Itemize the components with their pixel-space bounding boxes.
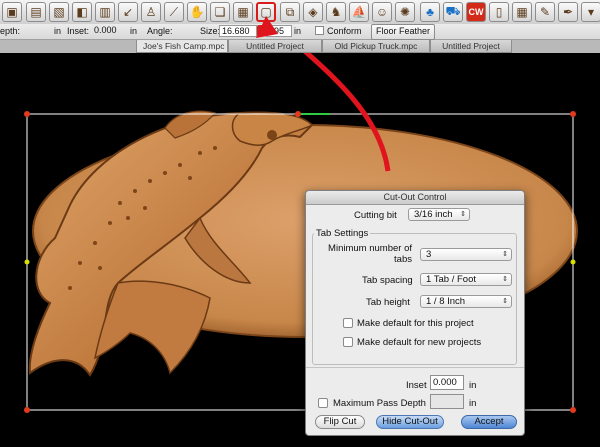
box-icon[interactable]: ▣ xyxy=(2,2,22,22)
floor-feather-button[interactable]: Floor Feather xyxy=(371,24,436,40)
stepper-icon: ⇕ xyxy=(460,211,466,218)
thin-line-icon[interactable]: ▥ xyxy=(95,2,115,22)
gem-icon[interactable]: ◈ xyxy=(303,2,323,22)
curve-icon[interactable]: ↙ xyxy=(118,2,138,22)
tab-settings-label: Tab Settings xyxy=(314,228,371,239)
tab-spacing-label: Tab spacing xyxy=(362,275,413,286)
boat-icon[interactable]: ⛵ xyxy=(349,2,369,22)
size-label: Size: xyxy=(200,26,221,36)
default-new-checkbox[interactable] xyxy=(343,337,353,347)
tool-icon[interactable]: ◧ xyxy=(72,2,92,22)
layers-icon[interactable]: ❏ xyxy=(210,2,230,22)
arrow-head xyxy=(256,16,278,38)
cart-icon[interactable]: ⛟ xyxy=(443,2,463,22)
min-tabs-popup[interactable]: 3 ⇕ xyxy=(420,248,512,261)
max-pass-label: Maximum Pass Depth xyxy=(333,398,426,409)
stepper-icon: ⇕ xyxy=(502,298,508,305)
sign-icon[interactable]: ✎ xyxy=(535,2,555,22)
knife-icon[interactable]: ⟋ xyxy=(164,2,184,22)
max-pass-unit: in xyxy=(469,398,477,409)
dialog-title: Cut-Out Control xyxy=(306,191,524,205)
min-tabs-label-line1: Minimum number of xyxy=(328,243,412,254)
horse-icon[interactable]: ♞ xyxy=(326,2,346,22)
max-pass-input[interactable] xyxy=(430,394,464,409)
document-tabs: Joe's Fish Camp.mpc Untitled Project Old… xyxy=(0,40,600,53)
min-tabs-value: 3 xyxy=(426,249,432,260)
cutout-control-dialog: Cut-Out Control Cutting bit 3/16 inch ⇕ T… xyxy=(305,190,525,436)
tab-spacing-value: 1 Tab / Foot xyxy=(426,274,476,285)
min-tabs-label-line2: tabs xyxy=(394,254,412,265)
min-tabs-label: Minimum number of tabs xyxy=(326,243,412,265)
face-icon[interactable]: ☺ xyxy=(372,2,392,22)
tab-joes-fish-camp[interactable]: Joe's Fish Camp.mpc xyxy=(136,40,228,53)
inset-label: Inset xyxy=(406,380,427,391)
divider xyxy=(306,367,524,368)
size-unit: in xyxy=(294,26,302,36)
globe-icon[interactable]: ✺ xyxy=(395,2,415,22)
pen-icon[interactable]: ✒ xyxy=(558,2,578,22)
tab-spacing-popup[interactable]: 1 Tab / Foot ⇕ xyxy=(420,273,512,286)
tab-height-label: Tab height xyxy=(366,297,410,308)
conform-label: Conform xyxy=(327,26,362,36)
tab-untitled-2[interactable]: Untitled Project xyxy=(430,40,512,53)
max-pass-checkbox[interactable] xyxy=(318,398,328,408)
tab-height-popup[interactable]: 1 / 8 Inch ⇕ xyxy=(420,295,512,308)
hide-cutout-button[interactable]: Hide Cut-Out xyxy=(376,415,444,429)
stepper-icon: ⇕ xyxy=(502,276,508,283)
default-project-label: Make default for this project xyxy=(357,318,474,329)
dropdown-icon[interactable]: ▾ xyxy=(581,2,600,22)
depth-unit: in xyxy=(54,26,62,36)
main-toolbar: ▣ ▤ ▧ ◧ ▥ ↙ ♙ ⟋ ✋ ❏ ▦ ▢ ⧉ ◈ ♞ ⛵ ☺ ✺ ♣ ⛟ … xyxy=(0,0,600,25)
inset-input[interactable]: 0.000 xyxy=(430,375,464,390)
accept-button[interactable]: Accept xyxy=(461,415,517,429)
tab-height-value: 1 / 8 Inch xyxy=(426,296,466,307)
cw-icon[interactable]: CW xyxy=(466,2,486,22)
conform-checkbox[interactable] xyxy=(315,26,324,35)
book-icon[interactable]: ▤ xyxy=(26,2,46,22)
inset-unit: in xyxy=(130,26,138,36)
tab-old-pickup-truck[interactable]: Old Pickup Truck.mpc xyxy=(322,40,430,53)
fish-eye xyxy=(267,130,277,140)
grid-icon[interactable]: ▦ xyxy=(512,2,532,22)
page-icon[interactable]: ▧ xyxy=(49,2,69,22)
stepper-icon: ⇕ xyxy=(502,251,508,258)
angle-label: Angle: xyxy=(147,26,173,36)
tree-icon[interactable]: ♣ xyxy=(420,2,440,22)
default-new-label: Make default for new projects xyxy=(357,337,482,348)
cutting-bit-value: 3/16 inch xyxy=(414,209,453,220)
inset-label: Inset: xyxy=(67,26,90,36)
hand-icon[interactable]: ✋ xyxy=(187,2,207,22)
options-bar: epth: in Inset: 0.000 in Angle: Size: 16… xyxy=(0,24,600,40)
figure-icon[interactable]: ♙ xyxy=(141,2,161,22)
book2-icon[interactable]: ▦ xyxy=(233,2,253,22)
inset-unit: in xyxy=(469,380,477,391)
cutting-bit-popup[interactable]: 3/16 inch ⇕ xyxy=(408,208,470,221)
cutting-bit-label: Cutting bit xyxy=(354,210,397,221)
default-project-checkbox[interactable] xyxy=(343,318,353,328)
flip-cut-button[interactable]: Flip Cut xyxy=(315,415,365,429)
depth-label: epth: xyxy=(0,26,21,36)
page2-icon[interactable]: ▯ xyxy=(489,2,509,22)
